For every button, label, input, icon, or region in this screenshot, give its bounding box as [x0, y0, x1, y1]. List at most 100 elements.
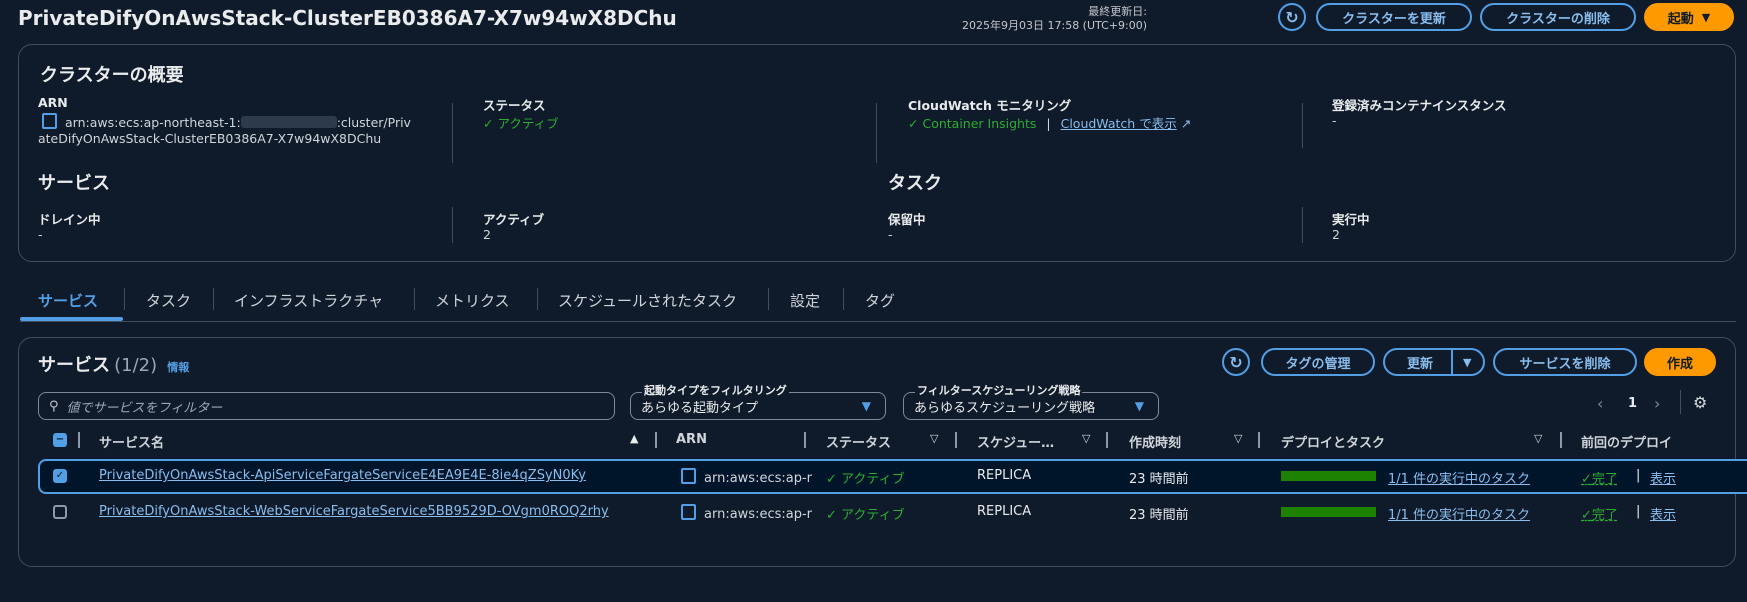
container-insights-text: Container Insights: [922, 116, 1037, 131]
delete-service-button[interactable]: サービスを削除: [1493, 348, 1637, 376]
tab-metrics[interactable]: メトリクス: [435, 290, 510, 311]
arn-value: arn:aws:ecs:ap-northeast-1: :cluster/Priv: [42, 113, 411, 130]
column-divider: [1106, 432, 1108, 448]
gear-icon[interactable]: ⚙: [1693, 393, 1707, 412]
service-name-link[interactable]: PrivateDifyOnAwsStack-WebServiceFargateS…: [99, 504, 609, 519]
check-circle-icon: ✓: [826, 508, 837, 523]
tab-divider: [124, 288, 125, 310]
select-all-checkbox[interactable]: −: [53, 433, 67, 447]
launch-button[interactable]: 起動 ▼: [1644, 3, 1734, 31]
column-header-created[interactable]: 作成時刻: [1129, 432, 1181, 451]
search-placeholder: 値でサービスをフィルター: [66, 400, 223, 416]
prev-page-icon[interactable]: ‹: [1597, 394, 1603, 413]
draining-label: ドレイン中: [38, 212, 101, 227]
row-checkbox[interactable]: [53, 505, 67, 519]
running-label: 実行中: [1332, 212, 1370, 227]
services-count: (1/2): [114, 355, 158, 376]
refresh-button[interactable]: ↻: [1278, 3, 1306, 31]
sort-icon[interactable]: ▽: [1234, 432, 1242, 445]
update-service-button[interactable]: 更新 ▼: [1383, 348, 1485, 376]
active-label: アクティブ: [483, 212, 545, 227]
tasks-link[interactable]: 1/1 件の実行中のタスク: [1388, 468, 1530, 487]
update-label: 更新: [1407, 356, 1434, 372]
arn-cell: arn:aws:ecs:ap-r: [681, 468, 812, 486]
services-header: サービス (1/2) 情報: [38, 351, 189, 377]
arn-label: ARN: [38, 95, 68, 110]
created-cell: 23 時間前: [1129, 472, 1189, 487]
next-page-icon[interactable]: ›: [1654, 394, 1660, 413]
delete-cluster-button[interactable]: クラスターの削除: [1480, 3, 1636, 31]
deployment-status[interactable]: ✓完了: [1581, 504, 1618, 523]
sched-filter-label: フィルタースケジューリング戦略: [915, 382, 1083, 398]
search-input[interactable]: ⚲ 値でサービスをフィルター: [38, 392, 615, 420]
caret-down-icon[interactable]: ▼: [1463, 356, 1471, 369]
divider: [1302, 207, 1303, 243]
cloudwatch-label: CloudWatch モニタリング: [908, 98, 1072, 113]
update-cluster-button[interactable]: クラスターを更新: [1316, 3, 1472, 31]
split-divider: [1451, 350, 1453, 374]
deployment-status[interactable]: ✓完了: [1581, 468, 1618, 487]
tabs-underline: [20, 321, 1736, 322]
status-label: ステータス: [483, 98, 546, 113]
launch-filter-label: 起動タイプをフィルタリング: [642, 382, 789, 398]
column-header-status[interactable]: ステータス: [826, 432, 891, 451]
view-link[interactable]: 表示: [1650, 468, 1676, 487]
cloudwatch-value: ✓ Container Insights | CloudWatch で表示 ↗: [908, 113, 1191, 132]
row-checkbox[interactable]: ✓: [53, 469, 67, 483]
tab-settings[interactable]: 設定: [790, 290, 820, 311]
arn-line1-pre: arn:aws:ecs:ap-northeast-1:: [65, 115, 241, 130]
cluster-overview-panel: [18, 44, 1736, 262]
column-header-scheduling[interactable]: スケジュー…: [977, 432, 1054, 451]
column-header-last-deployment[interactable]: 前回のデプロイ: [1581, 432, 1672, 451]
caret-down-icon: ▼: [1134, 399, 1144, 413]
instances-label: 登録済みコンテナインスタンス: [1332, 98, 1507, 113]
external-link-icon[interactable]: ↗: [1181, 116, 1191, 131]
sched-filter-value: あらゆるスケジューリング戦略: [914, 400, 1096, 416]
check-circle-icon: ✓: [826, 472, 837, 487]
status-value: ✓ アクティブ: [483, 116, 559, 131]
create-service-button[interactable]: 作成: [1644, 348, 1716, 376]
check-circle-icon: ✓: [908, 116, 919, 131]
tab-divider: [414, 288, 415, 310]
tasks-section-title: タスク: [888, 173, 942, 194]
sort-icon[interactable]: ▽: [1534, 432, 1542, 445]
page-number[interactable]: 1: [1628, 396, 1637, 411]
view-link[interactable]: 表示: [1650, 504, 1676, 523]
sort-icon[interactable]: ▽: [930, 432, 938, 445]
sort-ascending-icon[interactable]: ▲: [630, 432, 638, 445]
service-name-link[interactable]: PrivateDifyOnAwsStack-ApiServiceFargateS…: [99, 468, 586, 483]
tasks-progress-bar: [1281, 507, 1376, 517]
arn-line1-post: :cluster/Priv: [336, 115, 411, 130]
tab-scheduled-tasks[interactable]: スケジュールされたタスク: [558, 290, 737, 311]
sort-icon[interactable]: ▽: [1082, 432, 1090, 445]
tab-services[interactable]: サービス: [38, 290, 98, 311]
search-icon: ⚲: [49, 398, 59, 414]
instances-value: -: [1332, 113, 1337, 128]
cloudwatch-link[interactable]: CloudWatch で表示: [1061, 116, 1177, 131]
divider: [1302, 103, 1303, 148]
column-divider: [955, 432, 957, 448]
divider: [452, 207, 453, 243]
refresh-icon: ↻: [1229, 352, 1243, 372]
scheduling-cell: REPLICA: [977, 468, 1032, 483]
tab-tags[interactable]: タグ: [865, 290, 895, 311]
info-link[interactable]: 情報: [167, 361, 189, 374]
column-header-deployments[interactable]: デプロイとタスク: [1281, 432, 1385, 451]
divider: [1680, 390, 1681, 414]
column-header-arn[interactable]: ARN: [676, 432, 707, 447]
tab-infrastructure[interactable]: インフラストラクチャ: [234, 290, 383, 311]
tasks-link[interactable]: 1/1 件の実行中のタスク: [1388, 504, 1530, 523]
separator: |: [1636, 504, 1641, 519]
copy-icon[interactable]: [681, 468, 696, 484]
created-cell: 23 時間前: [1129, 508, 1189, 523]
tab-tasks[interactable]: タスク: [146, 290, 191, 311]
scheduling-cell: REPLICA: [977, 504, 1032, 519]
copy-icon[interactable]: [681, 504, 696, 520]
column-header-service-name[interactable]: サービス名: [99, 432, 164, 451]
manage-tags-button[interactable]: タグの管理: [1261, 348, 1375, 376]
separator: |: [1046, 116, 1051, 131]
copy-icon[interactable]: [42, 113, 57, 129]
refresh-services-button[interactable]: ↻: [1222, 348, 1250, 376]
caret-down-icon: ▼: [861, 399, 871, 413]
pending-label: 保留中: [888, 212, 926, 227]
